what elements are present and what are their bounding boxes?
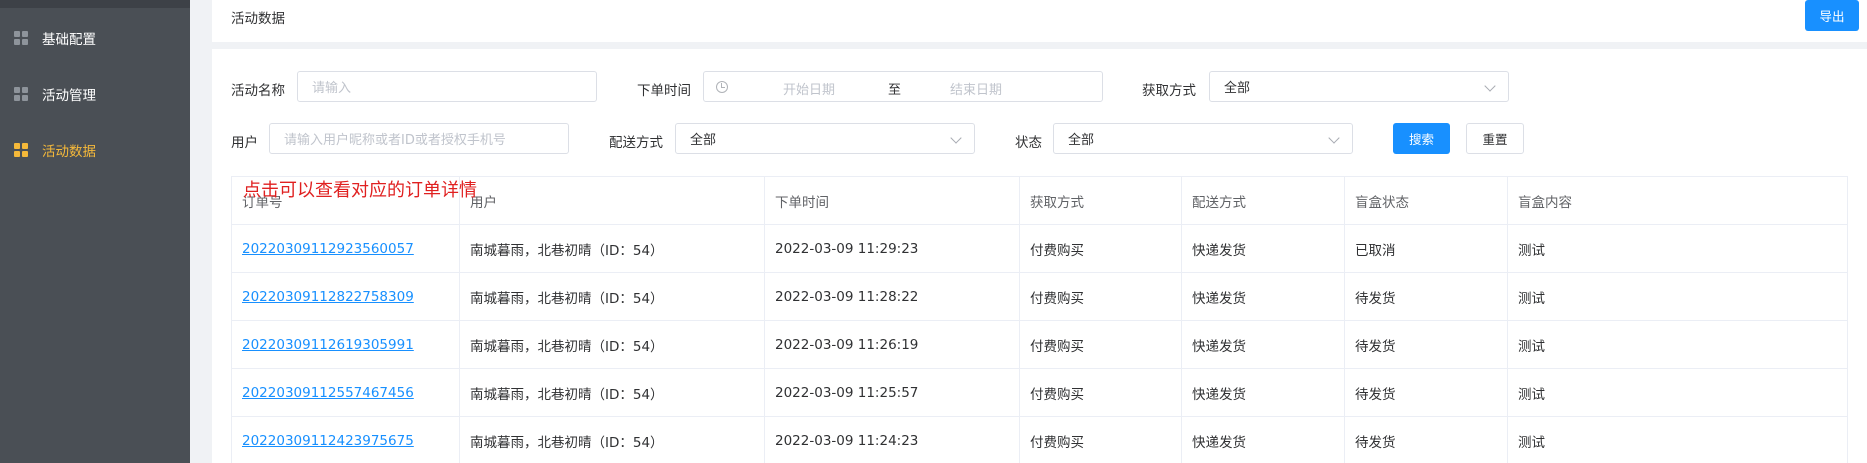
export-button[interactable]: 导出 xyxy=(1805,0,1859,31)
clock-icon xyxy=(716,81,728,93)
acquire-method-cell: 付费购买 xyxy=(1020,369,1182,417)
table-row: 20220309112923560057 南城暮雨，北巷初晴（ID：54） 20… xyxy=(232,225,1847,273)
acquire-method-label: 获取方式 xyxy=(1142,83,1196,99)
page-title: 活动数据 xyxy=(231,11,285,27)
delivery-method-cell: 快递发货 xyxy=(1182,369,1345,417)
column-header-acquire-method: 获取方式 xyxy=(1020,177,1182,225)
user-cell: 南城暮雨，北巷初晴（ID：54） xyxy=(460,369,765,417)
sidebar-top-strip xyxy=(0,0,190,8)
table-row: 20220309112822758309 南城暮雨，北巷初晴（ID：54） 20… xyxy=(232,273,1847,321)
chevron-down-icon xyxy=(1328,132,1340,144)
status-label: 状态 xyxy=(1015,135,1042,151)
user-cell: 南城暮雨，北巷初晴（ID：54） xyxy=(460,321,765,369)
column-header-box-status: 盲盒状态 xyxy=(1345,177,1508,225)
user-cell: 南城暮雨，北巷初晴（ID：54） xyxy=(460,225,765,273)
sidebar: 基础配置 活动管理 活动数据 xyxy=(0,0,190,463)
acquire-method-cell: 付费购买 xyxy=(1020,225,1182,273)
user-cell: 南城暮雨，北巷初晴（ID：54） xyxy=(460,273,765,321)
order-time-cell: 2022-03-09 11:25:57 xyxy=(765,369,1020,417)
table-row: 20220309112423975675 南城暮雨，北巷初晴（ID：54） 20… xyxy=(232,417,1847,463)
delivery-method-value: 全部 xyxy=(690,133,717,148)
box-status-cell: 待发货 xyxy=(1345,321,1508,369)
sidebar-item-label: 基础配置 xyxy=(42,32,96,48)
delivery-method-cell: 快递发货 xyxy=(1182,273,1345,321)
delivery-method-label: 配送方式 xyxy=(609,135,663,151)
table-row: 20220309112619305991 南城暮雨，北巷初晴（ID：54） 20… xyxy=(232,321,1847,369)
order-no-link[interactable]: 20220309112923560057 xyxy=(242,241,414,257)
date-range-separator: 至 xyxy=(888,83,902,98)
order-date-range-picker[interactable]: 开始日期 至 结束日期 xyxy=(703,71,1103,102)
acquire-method-cell: 付费购买 xyxy=(1020,273,1182,321)
order-time-cell: 2022-03-09 11:26:19 xyxy=(765,321,1020,369)
box-status-cell: 待发货 xyxy=(1345,273,1508,321)
order-time-cell: 2022-03-09 11:28:22 xyxy=(765,273,1020,321)
end-date-input[interactable]: 结束日期 xyxy=(950,79,1002,98)
order-no-cell: 20220309112423975675 xyxy=(232,417,460,463)
table-row: 20220309112557467456 南城暮雨，北巷初晴（ID：54） 20… xyxy=(232,369,1847,417)
delivery-method-cell: 快递发货 xyxy=(1182,321,1345,369)
sidebar-item-basic-config[interactable]: 基础配置 xyxy=(0,18,190,58)
sidebar-item-label: 活动数据 xyxy=(42,144,96,160)
order-time-cell: 2022-03-09 11:24:23 xyxy=(765,417,1020,463)
order-no-link[interactable]: 20220309112423975675 xyxy=(242,433,414,449)
order-no-link[interactable]: 20220309112619305991 xyxy=(242,337,414,353)
order-no-cell: 20220309112557467456 xyxy=(232,369,460,417)
user-search-placeholder: 请输入用户昵称或者ID或者授权手机号 xyxy=(284,133,506,148)
activity-name-label: 活动名称 xyxy=(231,83,285,99)
grid-icon xyxy=(14,143,28,157)
sidebar-item-activity-management[interactable]: 活动管理 xyxy=(0,74,190,114)
order-time-label: 下单时间 xyxy=(637,83,691,99)
user-cell: 南城暮雨，北巷初晴（ID：54） xyxy=(460,417,765,463)
grid-icon xyxy=(14,31,28,45)
order-no-cell: 20220309112923560057 xyxy=(232,225,460,273)
user-label: 用户 xyxy=(231,135,258,151)
search-button[interactable]: 搜索 xyxy=(1393,123,1450,154)
delivery-method-cell: 快递发货 xyxy=(1182,417,1345,463)
box-content-cell: 测试 xyxy=(1518,291,1545,307)
column-header-order-time: 下单时间 xyxy=(765,177,1020,225)
box-status-cell: 已取消 xyxy=(1345,225,1508,273)
box-status-cell: 待发货 xyxy=(1345,369,1508,417)
acquire-method-cell: 付费购买 xyxy=(1020,321,1182,369)
acquire-method-cell: 付费购买 xyxy=(1020,417,1182,463)
order-no-link[interactable]: 20220309112822758309 xyxy=(242,289,414,305)
order-no-cell: 20220309112619305991 xyxy=(232,321,460,369)
column-header-delivery-method: 配送方式 xyxy=(1182,177,1345,225)
column-header-user: 用户 xyxy=(460,177,765,225)
grid-icon xyxy=(14,87,28,101)
delivery-method-cell: 快递发货 xyxy=(1182,225,1345,273)
chevron-down-icon xyxy=(1484,80,1496,92)
column-header-box-content: 盲盒内容 xyxy=(1518,195,1572,211)
box-content-cell: 测试 xyxy=(1518,435,1545,451)
content-panel: 活动名称 请输入 下单时间 开始日期 至 结束日期 获取方式 全部 用户 请输入… xyxy=(212,49,1867,463)
page-header: 活动数据 导出 xyxy=(212,0,1867,42)
status-select[interactable]: 全部 xyxy=(1053,123,1353,154)
user-search-input[interactable]: 请输入用户昵称或者ID或者授权手机号 xyxy=(269,123,569,154)
annotation-note: 点击可以查看对应的订单详情 xyxy=(243,180,477,201)
start-date-input[interactable]: 开始日期 xyxy=(783,79,835,98)
status-value: 全部 xyxy=(1068,133,1095,148)
order-time-cell: 2022-03-09 11:29:23 xyxy=(765,225,1020,273)
activity-name-input[interactable]: 请输入 xyxy=(297,71,597,102)
box-content-cell: 测试 xyxy=(1518,387,1545,403)
chevron-down-icon xyxy=(950,132,962,144)
sidebar-item-activity-data[interactable]: 活动数据 xyxy=(0,130,190,170)
sidebar-item-label: 活动管理 xyxy=(42,88,96,104)
box-status-cell: 待发货 xyxy=(1345,417,1508,463)
acquire-method-value: 全部 xyxy=(1224,81,1251,96)
orders-table: 订单号 用户 下单时间 获取方式 配送方式 盲盒状态 盲盒内容 20220309… xyxy=(231,176,1848,463)
reset-button[interactable]: 重置 xyxy=(1466,123,1524,154)
acquire-method-select[interactable]: 全部 xyxy=(1209,71,1509,102)
box-content-cell: 测试 xyxy=(1518,339,1545,355)
box-content-cell: 测试 xyxy=(1518,243,1545,259)
order-no-link[interactable]: 20220309112557467456 xyxy=(242,385,414,401)
activity-name-placeholder: 请输入 xyxy=(312,81,352,96)
order-no-cell: 20220309112822758309 xyxy=(232,273,460,321)
delivery-method-select[interactable]: 全部 xyxy=(675,123,975,154)
